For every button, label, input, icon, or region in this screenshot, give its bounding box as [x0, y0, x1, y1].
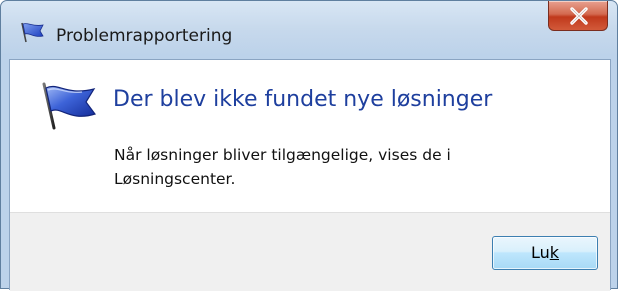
body-text: Når løsninger bliver tilgængelige, vises…	[114, 143, 574, 191]
flag-icon	[21, 22, 44, 43]
dialog-footer: Luk	[10, 212, 610, 291]
dialog-client-area: Der blev ikke fundet nye løsninger Når l…	[9, 59, 611, 291]
close-button[interactable]	[548, 1, 608, 31]
body-line-2: Løsningscenter.	[114, 170, 236, 188]
close-dialog-label-part: Lu	[530, 243, 550, 262]
close-dialog-button[interactable]: Luk	[492, 236, 598, 270]
close-dialog-accelerator: k	[549, 243, 560, 262]
body-line-1: Når løsninger bliver tilgængelige, vises…	[114, 146, 451, 164]
dialog-content: Der blev ikke fundet nye løsninger Når l…	[10, 60, 610, 212]
flag-icon	[42, 82, 96, 130]
main-instruction: Der blev ikke fundet nye løsninger	[113, 87, 493, 112]
dialog-window: Problemrapportering Der blev ikke fundet…	[0, 0, 618, 291]
close-icon	[570, 7, 588, 25]
title-bar[interactable]: Problemrapportering	[1, 1, 617, 59]
window-title: Problemrapportering	[56, 26, 233, 46]
